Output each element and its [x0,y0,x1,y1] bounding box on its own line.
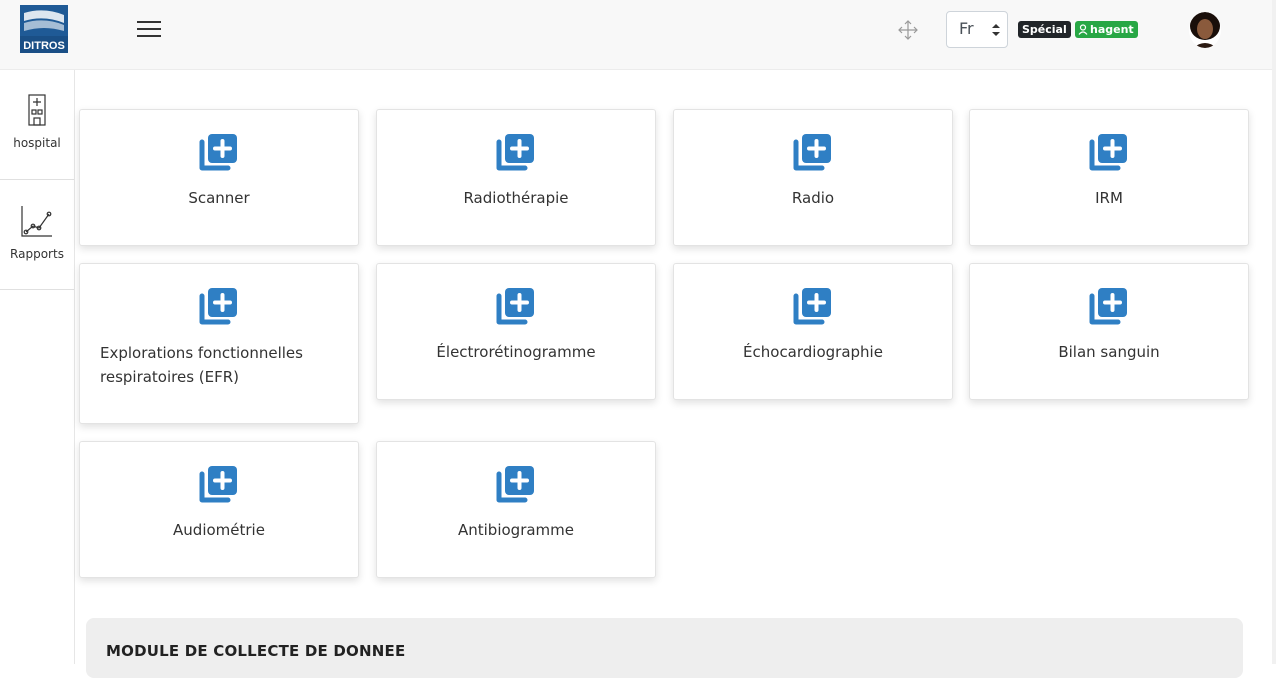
card-title: Audiométrie [173,521,265,539]
select-arrows-icon [992,24,1000,36]
avatar[interactable] [1189,12,1221,48]
medical-plus-icon [199,466,237,503]
card-title: Radio [791,189,835,207]
menu-toggle-button[interactable] [137,21,161,37]
module-title: MODULE DE COLLECTE DE DONNEE [106,642,406,660]
scrollbar[interactable] [1272,0,1276,664]
medical-plus-icon [1089,134,1127,171]
medical-plus-icon [496,134,534,171]
card-title: Explorations fonctionnelles respiratoire… [100,344,303,386]
role-badge: Spécial [1018,21,1071,38]
card-echocardiographie[interactable]: Échocardiographie [673,263,953,400]
medical-plus-icon [793,288,831,325]
medical-plus-icon [496,466,534,503]
module-collecte-panel: MODULE DE COLLECTE DE DONNEE [86,618,1243,678]
user-badge: hagent [1075,21,1138,38]
card-irm[interactable]: IRM [969,109,1249,246]
medical-plus-icon [496,288,534,325]
logo-text: DITROS [23,40,65,52]
language-select-value: Fr [959,19,974,38]
card-audiometrie[interactable]: Audiométrie [79,441,359,578]
main-content: Scanner Radiothérapie Radio IRM Explorat… [76,70,1276,678]
user-icon [1078,24,1088,35]
sidebar-item-hospital[interactable]: hospital [0,70,74,180]
card-title: Radiothérapie [463,189,569,207]
medical-plus-icon [199,134,237,171]
medical-plus-icon [1089,288,1127,325]
card-electroretinogramme[interactable]: Électrorétinogramme [376,263,656,400]
hospital-icon [28,94,46,126]
card-title: Bilan sanguin [1058,343,1160,361]
card-title: Antibiogramme [457,521,574,539]
sidebar-item-label: hospital [13,136,61,150]
card-radio[interactable]: Radio [673,109,953,246]
fullscreen-move-icon[interactable] [898,20,918,40]
chart-line-icon [21,206,52,237]
card-title: IRM [1095,189,1123,207]
card-scanner[interactable]: Scanner [79,109,359,246]
card-title: Échocardiographie [743,343,883,361]
card-efr[interactable]: Explorations fonctionnelles respiratoire… [79,263,359,424]
sidebar-item-label: Rapports [10,247,64,261]
card-title: Scanner [188,189,250,207]
medical-plus-icon [199,288,237,325]
user-badge-label: hagent [1090,23,1134,36]
ditros-logo[interactable]: DITROS [20,5,68,53]
card-radiotherapie[interactable]: Radiothérapie [376,109,656,246]
sidebar: hospital Rapports [0,70,75,664]
medical-plus-icon [793,134,831,171]
language-select[interactable]: Fr [946,11,1008,48]
top-navbar: DITROS Fr Spécial hagent [0,0,1276,70]
card-title: Électrorétinogramme [436,343,596,361]
sidebar-item-rapports[interactable]: Rapports [0,180,74,290]
card-antibiogramme[interactable]: Antibiogramme [376,441,656,578]
card-bilan-sanguin[interactable]: Bilan sanguin [969,263,1249,400]
